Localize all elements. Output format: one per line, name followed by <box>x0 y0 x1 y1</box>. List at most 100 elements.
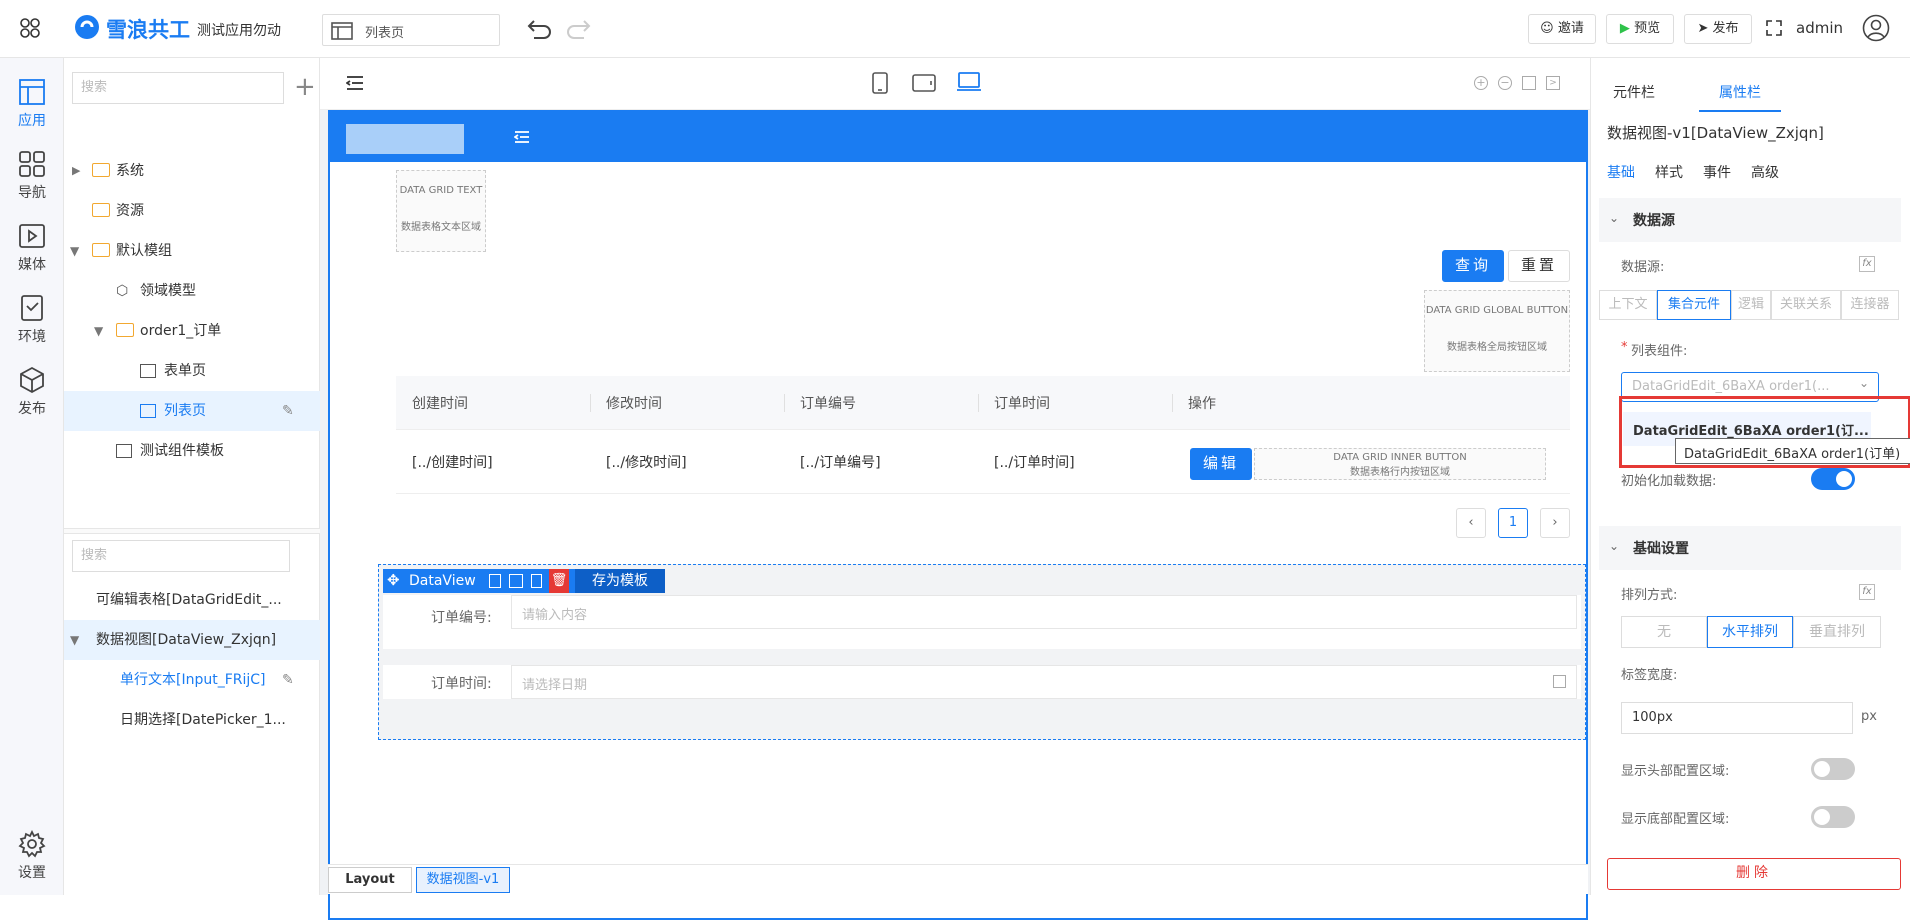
order-date-picker[interactable]: 请选择日期 <box>511 665 1577 699</box>
zoom-out-icon[interactable]: − <box>1498 76 1512 90</box>
source-tab-connector[interactable]: 连接器 <box>1841 290 1899 320</box>
init-load-toggle[interactable] <box>1811 468 1855 490</box>
order-number-input[interactable]: 请输入内容 <box>511 595 1577 629</box>
tablet-view-icon[interactable] <box>912 74 936 96</box>
outline-item-label: 可编辑表格[DataGridEdit_... <box>96 592 282 608</box>
edit-pencil-icon[interactable]: ✎ <box>282 660 294 700</box>
section-basic-settings-header[interactable]: ⌄ 基础设置 <box>1599 526 1901 570</box>
tree-item-list-page[interactable]: 列表页 ✎ <box>64 391 320 431</box>
outline-item-input[interactable]: 单行文本[Input_FRijC] ✎ <box>64 660 320 700</box>
move-icon[interactable]: ✥ <box>387 571 400 589</box>
outline-item-dataview[interactable]: ▼ 数据视图[DataView_Zxjqn] <box>64 620 320 660</box>
source-tab-logic[interactable]: 逻辑 <box>1731 290 1771 320</box>
username[interactable]: admin <box>1796 19 1843 37</box>
prev-page-button[interactable]: ‹ <box>1456 508 1486 538</box>
show-header-toggle[interactable] <box>1811 758 1855 780</box>
avatar-icon[interactable] <box>1862 14 1890 46</box>
collapse-menu-icon[interactable] <box>513 130 530 148</box>
datasource-label: 数据源: <box>1621 260 1665 275</box>
grid-text-area[interactable]: DATA GRID TEXT 数据表格文本区域 <box>396 170 486 252</box>
mobile-view-icon[interactable] <box>872 72 888 98</box>
source-tab-context[interactable]: 上下文 <box>1599 290 1657 320</box>
tree-item-domain-model[interactable]: ⬡ 领域模型 <box>64 271 320 311</box>
nav-media[interactable]: 媒体 <box>0 222 64 274</box>
publish-button[interactable]: ➤ 发布 <box>1684 14 1752 44</box>
code-icon[interactable] <box>509 574 523 588</box>
source-tab-collection[interactable]: 集合元件 <box>1657 290 1731 320</box>
edit-pencil-icon[interactable]: ✎ <box>282 391 294 431</box>
desktop-view-icon[interactable] <box>956 72 982 96</box>
tree-item-system[interactable]: ▶ 系统 <box>64 151 320 191</box>
breadcrumb-item[interactable]: Layout <box>328 867 412 893</box>
global-button-area[interactable]: DATA GRID GLOBAL BUTTON 数据表格全局按钮区域 <box>1424 290 1570 372</box>
undo-icon[interactable] <box>526 17 554 45</box>
column-header: 修改时间 <box>606 396 662 412</box>
label-width-input[interactable]: 100px <box>1621 702 1853 734</box>
trash-icon[interactable]: 🗑 <box>549 569 569 593</box>
subtab-style[interactable]: 样式 <box>1655 162 1683 182</box>
section-datasource-header[interactable]: ⌄ 数据源 <box>1599 198 1901 242</box>
formula-icon[interactable]: fx <box>1859 584 1875 600</box>
redo-icon[interactable] <box>564 17 592 45</box>
collapse-menu-icon[interactable] <box>345 74 364 96</box>
page-selector[interactable]: 列表页 <box>322 14 500 46</box>
tree-item-form-page[interactable]: 表单页 <box>64 351 320 391</box>
outline-search-input[interactable]: 搜索 <box>72 540 290 572</box>
global-button-sub: 数据表格全局按钮区域 <box>1447 342 1547 353</box>
tree-item-order1[interactable]: ▼ order1_订单 <box>64 311 320 351</box>
tab-components[interactable]: 元件栏 <box>1613 82 1655 102</box>
page-frame: DATA GRID TEXT 数据表格文本区域 查询 重置 DATA GRID … <box>328 110 1588 920</box>
subtab-basic[interactable]: 基础 <box>1607 162 1635 182</box>
source-tab-relation[interactable]: 关联关系 <box>1771 290 1841 320</box>
page-number-button[interactable]: 1 <box>1498 508 1528 538</box>
subtab-events[interactable]: 事件 <box>1703 162 1731 182</box>
calendar-icon[interactable] <box>1553 675 1566 688</box>
preview-button[interactable]: ▶ 预览 <box>1606 14 1674 44</box>
document-icon[interactable] <box>489 574 501 588</box>
row-edit-button[interactable]: 编辑 <box>1190 448 1252 480</box>
dataview-component[interactable]: ✥ DataView 🗑 存为模板 订单编号: 请输入内容 订单时间: 请选择日… <box>378 564 1586 740</box>
arrange-option-none[interactable]: 无 <box>1621 616 1707 648</box>
code-icon[interactable]: > <box>1546 76 1560 90</box>
save-template-button[interactable]: 存为模板 <box>575 569 665 593</box>
page-layout-icon <box>140 404 156 418</box>
apps-menu-icon[interactable] <box>18 16 42 40</box>
formula-icon[interactable]: fx <box>1859 256 1875 272</box>
arrange-option-vertical[interactable]: 垂直排列 <box>1793 616 1881 648</box>
add-icon[interactable]: + <box>294 72 316 102</box>
tree-item-test-template[interactable]: 测试组件模板 <box>64 431 320 471</box>
data-table: 创建时间 修改时间 订单编号 订单时间 操作 [../创建时间] [../修改时… <box>396 376 1570 496</box>
outline-item-datepicker[interactable]: 日期选择[DatePicker_1... <box>64 700 320 740</box>
arrange-label: 排列方式: <box>1621 588 1678 603</box>
nav-app[interactable]: 应用 <box>0 78 64 130</box>
nav-app-label: 应用 <box>18 113 46 129</box>
show-footer-toggle[interactable] <box>1811 806 1855 828</box>
tree-item-default-module[interactable]: ▼ 默认模组 <box>64 231 320 271</box>
zoom-in-icon[interactable]: + <box>1474 76 1488 90</box>
layout-grid-icon[interactable] <box>1522 76 1536 90</box>
panel-splitter[interactable] <box>64 528 320 534</box>
query-button[interactable]: 查询 <box>1442 250 1504 282</box>
subtab-advanced[interactable]: 高级 <box>1751 162 1779 182</box>
caret-right-icon: ▶ <box>72 164 81 177</box>
nav-publish[interactable]: 发布 <box>0 366 64 418</box>
nav-navigation[interactable]: 导航 <box>0 150 64 202</box>
fullscreen-icon[interactable] <box>1766 20 1782 40</box>
tree-item-resources[interactable]: 资源 <box>64 191 320 231</box>
breadcrumb-item[interactable]: 数据视图-v1 <box>416 867 510 893</box>
invite-button[interactable]: ☺ 邀请 <box>1528 14 1596 44</box>
reset-button[interactable]: 重置 <box>1508 250 1570 282</box>
chevron-down-icon: ⌄ <box>1609 211 1620 225</box>
arrange-option-horizontal[interactable]: 水平排列 <box>1707 616 1793 648</box>
inner-button-area[interactable]: DATA GRID INNER BUTTON 数据表格行内按钮区域 <box>1254 448 1546 480</box>
delete-button[interactable]: 删除 <box>1607 858 1901 890</box>
tab-properties[interactable]: 属性栏 <box>1719 82 1761 102</box>
resource-tree-panel: 搜索 + ▶ 系统 资源 ▼ 默认模组 ⬡ 领域模型 ▼ order1_订单 表… <box>64 58 320 895</box>
outline-item-datagrid[interactable]: 可编辑表格[DataGridEdit_... <box>64 580 320 620</box>
send-icon: ➤ <box>1697 21 1709 36</box>
next-page-button[interactable]: › <box>1540 508 1570 538</box>
nav-environment[interactable]: 环境 <box>0 294 64 346</box>
nav-settings[interactable]: 设置 <box>0 830 64 882</box>
tree-search-input[interactable]: 搜索 <box>72 72 284 104</box>
copy-icon[interactable] <box>531 574 542 588</box>
